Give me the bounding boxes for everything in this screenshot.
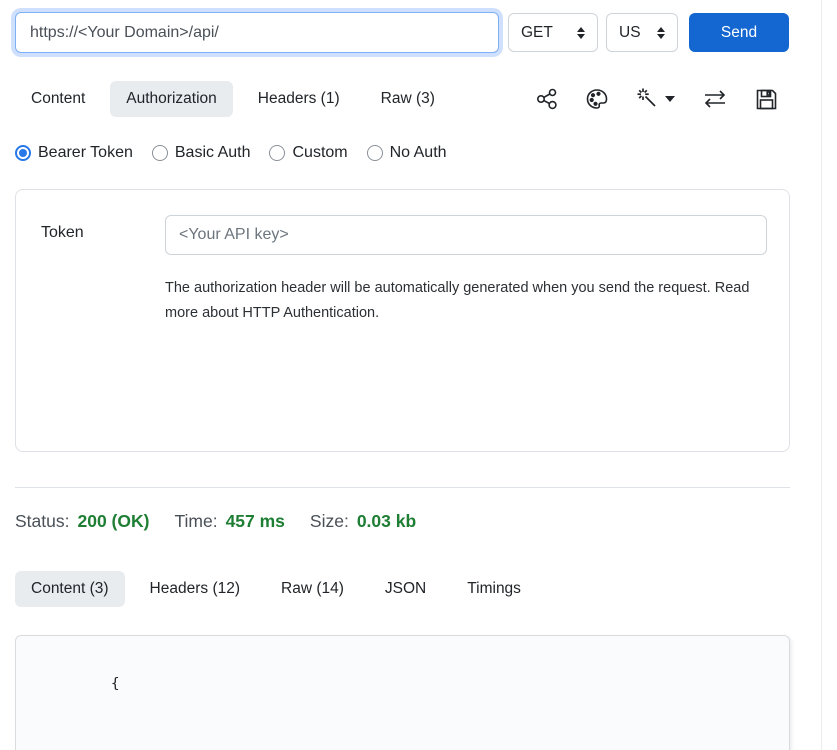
auth-options-row: Bearer Token Basic Auth Custom No Auth [15,144,790,162]
time-label: Time: [174,511,217,532]
swap-arrows-icon [702,88,728,110]
json-line: "message": "API running." [41,721,789,750]
radio-no-auth[interactable]: No Auth [367,144,447,162]
method-select-value: GET [521,24,553,42]
resp-tab-timings[interactable]: Timings [451,571,537,607]
tab-content[interactable]: Content [15,81,101,117]
token-help-text: The authorization header will be automat… [165,276,760,326]
save-button[interactable] [755,88,778,111]
region-select-value: US [619,24,641,42]
radio-unselected-icon [367,145,383,161]
status-label: Status: [15,511,69,532]
chevron-down-icon [665,96,675,102]
size-label: Size: [310,511,349,532]
select-arrows-icon [657,27,665,39]
resp-tab-json[interactable]: JSON [369,571,442,607]
send-button[interactable]: Send [689,13,789,52]
json-line: { [41,647,789,721]
radio-custom[interactable]: Custom [269,144,347,162]
api-tester-page: GET US Send Content Authorization Header… [0,0,837,750]
save-icon [755,88,778,111]
share-button[interactable] [536,88,558,110]
request-tabs: Content Authorization Headers (1) Raw (3… [15,81,460,117]
radio-label: Custom [292,144,347,162]
radio-label: Basic Auth [175,144,251,162]
radio-unselected-icon [152,145,168,161]
section-divider [15,487,790,488]
share-icon [536,88,558,110]
tab-authorization[interactable]: Authorization [110,81,232,117]
select-arrows-icon [577,27,585,39]
theme-button[interactable] [585,87,609,111]
content-column: GET US Send Content Authorization Header… [15,0,790,750]
generate-code-button[interactable] [636,87,675,111]
response-body: { "message": "API running." } [15,635,790,750]
request-toolbar [536,87,790,111]
palette-icon [585,87,609,111]
time-value: 457 ms [226,511,285,532]
radio-bearer-token[interactable]: Bearer Token [15,144,133,162]
request-tabs-row: Content Authorization Headers (1) Raw (3… [15,81,790,117]
token-input[interactable] [165,215,767,255]
resp-tab-headers[interactable]: Headers (12) [134,571,256,607]
url-input[interactable] [15,12,499,53]
method-select[interactable]: GET [508,13,598,52]
radio-label: No Auth [390,144,447,162]
request-url-row: GET US Send [15,12,790,53]
resp-tab-content[interactable]: Content (3) [15,571,125,607]
radio-label: Bearer Token [38,144,133,162]
response-tabs: Content (3) Headers (12) Raw (14) JSON T… [15,571,790,607]
region-select[interactable]: US [606,13,678,52]
page-edge-divider [821,0,822,750]
status-value: 200 (OK) [77,511,149,532]
token-label: Token [41,215,165,326]
swap-request-button[interactable] [702,88,728,110]
token-panel: Token The authorization header will be a… [15,189,790,452]
tab-headers[interactable]: Headers (1) [242,81,356,117]
resp-tab-raw[interactable]: Raw (14) [265,571,360,607]
size-value: 0.03 kb [357,511,416,532]
magic-wand-icon [636,87,660,111]
tab-raw[interactable]: Raw (3) [365,81,451,117]
response-status-row: Status: 200 (OK) Time: 457 ms Size: 0.03… [15,511,790,532]
radio-basic-auth[interactable]: Basic Auth [152,144,251,162]
radio-unselected-icon [269,145,285,161]
radio-selected-icon [15,145,31,161]
